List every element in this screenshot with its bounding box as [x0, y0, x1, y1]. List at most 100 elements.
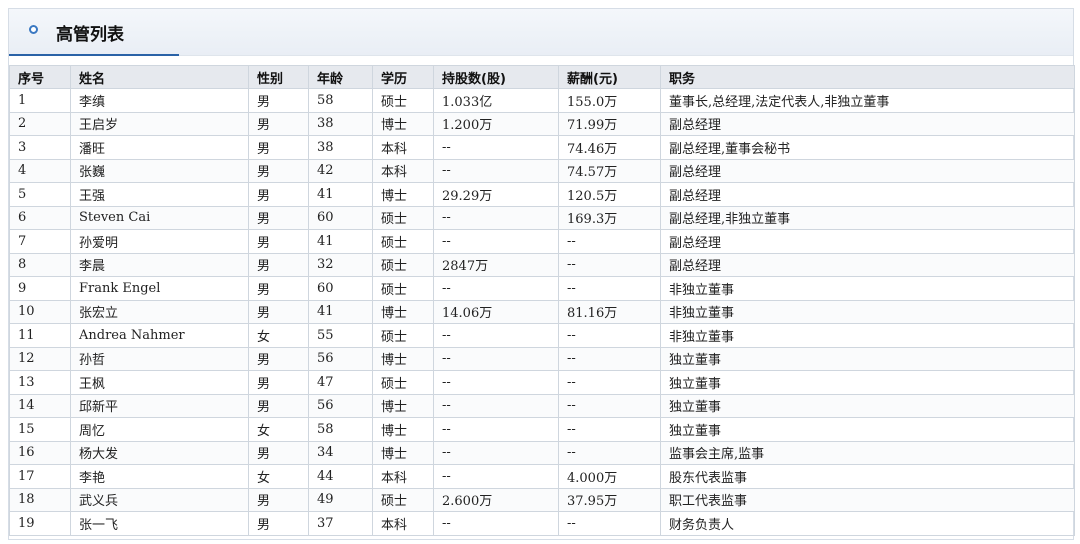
table-row[interactable]: 9 Frank Engel 男 60 硕士 -- -- 非独立董事	[9, 276, 1075, 301]
cell-education: 博士	[372, 299, 434, 324]
cell-shares: 14.06万	[433, 299, 559, 324]
cell-gender: 男	[248, 111, 309, 136]
table-row[interactable]: 6 Steven Cai 男 60 硕士 -- 169.3万 副总经理,非独立董事	[9, 205, 1075, 230]
circle-bullet-icon	[29, 25, 38, 34]
cell-index: 10	[9, 299, 71, 324]
cell-salary: 155.0万	[558, 88, 661, 113]
cell-name: 孙哲	[70, 346, 249, 371]
cell-salary: 4.000万	[558, 464, 661, 489]
cell-age: 58	[308, 88, 373, 113]
col-header-age[interactable]: 年龄	[308, 65, 373, 89]
cell-salary: --	[558, 417, 661, 442]
cell-shares: --	[433, 323, 559, 348]
cell-education: 博士	[372, 393, 434, 418]
table-row[interactable]: 5 王强男 41 博士 29.29万 120.5万 副总经理	[9, 182, 1075, 207]
cell-gender: 男	[248, 182, 309, 207]
table-row[interactable]: 3 潘旺男 38 本科 -- 74.46万 副总经理,董事会秘书	[9, 135, 1075, 160]
table-row[interactable]: 7 孙爱明男 41 硕士 -- -- 副总经理	[9, 229, 1075, 254]
cell-age: 32	[308, 252, 373, 277]
cell-salary: 71.99万	[558, 111, 661, 136]
cell-position: 副总经理	[660, 158, 1075, 183]
table-row[interactable]: 14 邱新平男 56 博士 -- -- 独立董事	[9, 393, 1075, 418]
cell-age: 58	[308, 417, 373, 442]
cell-gender: 男	[248, 229, 309, 254]
cell-age: 56	[308, 346, 373, 371]
cell-education: 硕士	[372, 229, 434, 254]
cell-shares: 1.033亿	[433, 88, 559, 113]
cell-position: 副总经理	[660, 229, 1075, 254]
cell-shares: 29.29万	[433, 182, 559, 207]
cell-age: 34	[308, 440, 373, 465]
cell-name: 王枫	[70, 370, 249, 395]
col-header-index[interactable]: 序号	[9, 65, 71, 89]
cell-shares: --	[433, 135, 559, 160]
cell-name: Andrea Nahmer	[70, 323, 249, 348]
cell-position: 独立董事	[660, 393, 1075, 418]
col-header-education[interactable]: 学历	[372, 65, 434, 89]
cell-index: 9	[9, 276, 71, 301]
table-row[interactable]: 2 王启岁男 38 博士 1.200万 71.99万 副总经理	[9, 111, 1075, 136]
cell-name: 武义兵	[70, 487, 249, 512]
cell-education: 硕士	[372, 276, 434, 301]
cell-shares: --	[433, 205, 559, 230]
cell-gender: 男	[248, 158, 309, 183]
cell-gender: 男	[248, 88, 309, 113]
table-row[interactable]: 8 李晨男 32 硕士 2847万 -- 副总经理	[9, 252, 1075, 277]
table-row[interactable]: 11 Andrea Nahmer 女 55 硕士 -- -- 非独立董事	[9, 323, 1075, 348]
cell-education: 博士	[372, 346, 434, 371]
table-row[interactable]: 16 杨大发男 34 博士 -- -- 监事会主席,监事	[9, 440, 1075, 465]
cell-index: 15	[9, 417, 71, 442]
cell-shares: --	[433, 346, 559, 371]
cell-salary: --	[558, 511, 661, 536]
cell-shares: --	[433, 464, 559, 489]
cell-position: 监事会主席,监事	[660, 440, 1075, 465]
table-body: 1 李缜男 58 硕士 1.033亿 155.0万 董事长,总经理,法定代表人,非独立董事 2…	[9, 88, 1075, 536]
cell-education: 硕士	[372, 88, 434, 113]
cell-gender: 男	[248, 487, 309, 512]
cell-position: 副总经理	[660, 111, 1075, 136]
table-row[interactable]: 17 李艳女 44 本科 -- 4.000万 股东代表监事	[9, 464, 1075, 489]
cell-index: 17	[9, 464, 71, 489]
cell-position: 财务负责人	[660, 511, 1075, 536]
cell-position: 副总经理	[660, 182, 1075, 207]
cell-index: 14	[9, 393, 71, 418]
cell-index: 12	[9, 346, 71, 371]
col-header-position[interactable]: 职务	[660, 65, 1075, 89]
cell-gender: 男	[248, 252, 309, 277]
cell-index: 2	[9, 111, 71, 136]
cell-age: 47	[308, 370, 373, 395]
cell-name: 王启岁	[70, 111, 249, 136]
table-row[interactable]: 19 张一飞男 37 本科 -- -- 财务负责人	[9, 511, 1075, 536]
cell-index: 19	[9, 511, 71, 536]
cell-name: 张宏立	[70, 299, 249, 324]
cell-gender: 男	[248, 370, 309, 395]
col-header-gender[interactable]: 性别	[248, 65, 309, 89]
header-accent-bar	[9, 54, 179, 56]
cell-index: 18	[9, 487, 71, 512]
cell-education: 本科	[372, 464, 434, 489]
table-row[interactable]: 13 王枫男 47 硕士 -- -- 独立董事	[9, 370, 1075, 395]
cell-gender: 女	[248, 464, 309, 489]
col-header-salary[interactable]: 薪酬(元)	[558, 65, 661, 89]
table-row[interactable]: 4 张巍男 42 本科 -- 74.57万 副总经理	[9, 158, 1075, 183]
cell-age: 56	[308, 393, 373, 418]
cell-index: 11	[9, 323, 71, 348]
table-row[interactable]: 10 张宏立男 41 博士 14.06万 81.16万 非独立董事	[9, 299, 1075, 324]
cell-shares: --	[433, 511, 559, 536]
table-row[interactable]: 15 周忆女 58 博士 -- -- 独立董事	[9, 417, 1075, 442]
cell-name: 周忆	[70, 417, 249, 442]
table-row[interactable]: 12 孙哲男 56 博士 -- -- 独立董事	[9, 346, 1075, 371]
cell-position: 副总经理,董事会秘书	[660, 135, 1075, 160]
col-header-shares[interactable]: 持股数(股)	[433, 65, 559, 89]
cell-gender: 男	[248, 346, 309, 371]
cell-age: 37	[308, 511, 373, 536]
cell-age: 41	[308, 229, 373, 254]
cell-index: 3	[9, 135, 71, 160]
cell-index: 1	[9, 88, 71, 113]
cell-shares: 1.200万	[433, 111, 559, 136]
table-row[interactable]: 1 李缜男 58 硕士 1.033亿 155.0万 董事长,总经理,法定代表人,非独立董事	[9, 88, 1075, 113]
table-row[interactable]: 18 武义兵男 49 硕士 2.600万 37.95万 职工代表监事	[9, 487, 1075, 512]
col-header-name[interactable]: 姓名	[70, 65, 249, 89]
cell-salary: --	[558, 276, 661, 301]
cell-name: 李缜	[70, 88, 249, 113]
